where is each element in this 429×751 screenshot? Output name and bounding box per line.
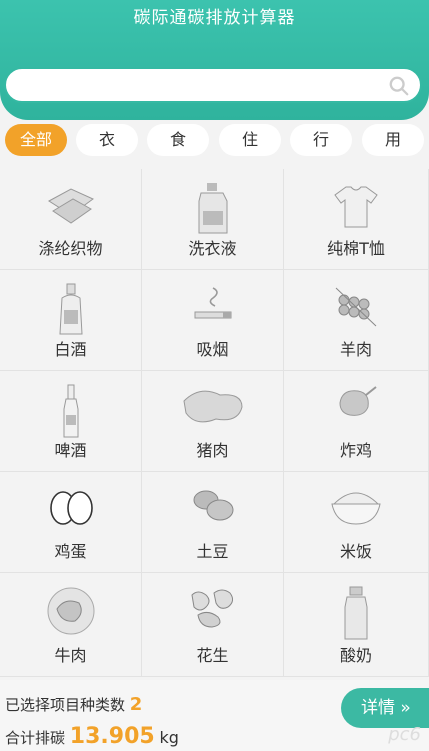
grid-item-yogurt[interactable]: 酸奶 [284,573,429,677]
selected-count: 2 [129,694,143,715]
kebab-icon [335,287,377,327]
tab-food[interactable]: 食 [147,124,209,156]
search-icon[interactable] [388,75,410,97]
item-label: 鸡蛋 [54,542,87,561]
liquor-bottle-icon [58,283,83,335]
fabric-icon [47,188,94,224]
grid-item-polyester[interactable]: 涤纶织物 [0,169,142,270]
grid-item-detergent[interactable]: 洗衣液 [142,169,284,270]
item-grid: 涤纶织物 洗衣液 纯棉T恤 白酒 吸烟 羊肉 啤酒 猪肉 炸鸡 鸡蛋 土豆 米饭… [0,169,429,677]
beef-icon [47,587,94,635]
item-label: 啤酒 [54,441,87,460]
beer-bottle-icon [63,384,78,438]
item-label: 酸奶 [339,646,372,665]
total-value: 13.905 [69,724,155,749]
grid-item-pork[interactable]: 猪肉 [142,371,284,472]
grid-item-beer[interactable]: 啤酒 [0,371,142,472]
item-label: 炸鸡 [339,441,372,460]
tshirt-icon [334,186,378,228]
item-label: 羊肉 [339,340,372,359]
item-label: 牛肉 [54,646,87,665]
search-input[interactable] [4,67,422,103]
selected-label: 已选择项目种类数 [5,696,126,714]
tab-usage[interactable]: 用 [362,124,424,156]
item-label: 白酒 [54,340,87,359]
item-label: 猪肉 [196,441,229,460]
item-label: 涤纶织物 [38,239,103,258]
grid-item-liquor[interactable]: 白酒 [0,270,142,371]
grid-item-egg[interactable]: 鸡蛋 [0,472,142,573]
item-label: 土豆 [196,542,229,561]
selected-count-row: 已选择项目种类数 2 [5,694,142,715]
potato-icon [193,490,233,521]
details-button[interactable]: 详情 » [341,688,429,728]
cigarette-icon [194,287,231,319]
grid-item-fried-chicken[interactable]: 炸鸡 [284,371,429,472]
watermark: pc6 [388,724,421,745]
total-carbon-row: 合计排碳 13.905 kg [5,724,179,749]
tab-clothing[interactable]: 衣 [76,124,138,156]
item-label: 吸烟 [196,340,229,359]
app-header: 碳际通碳排放计算器 [0,0,429,120]
item-label: 花生 [196,646,229,665]
grid-item-smoking[interactable]: 吸烟 [142,270,284,371]
egg-icon [49,491,93,525]
category-tabs: 全部 衣 食 住 行 用 [0,124,429,158]
grid-item-rice[interactable]: 米饭 [284,472,429,573]
grid-item-peanut[interactable]: 花生 [142,573,284,677]
total-label: 合计排碳 [5,729,66,747]
total-unit: kg [159,728,179,747]
item-label: 洗衣液 [188,239,237,258]
peanut-icon [190,589,233,628]
summary-footer: 已选择项目种类数 2 合计排碳 13.905 kg 详情 » pc6 [0,680,429,751]
item-label: 纯棉T恤 [327,239,385,258]
tab-all[interactable]: 全部 [5,124,67,156]
grid-item-lamb[interactable]: 羊肉 [284,270,429,371]
yogurt-icon [344,586,368,640]
rice-bowl-icon [331,492,381,525]
item-label: 米饭 [339,542,372,561]
grid-item-beef[interactable]: 牛肉 [0,573,142,677]
fried-chicken-icon [339,386,377,416]
grid-item-potato[interactable]: 土豆 [142,472,284,573]
pork-icon [182,390,243,423]
detergent-icon [198,183,227,234]
tab-housing[interactable]: 住 [219,124,281,156]
page-title: 碳际通碳排放计算器 [133,8,296,28]
tab-transport[interactable]: 行 [290,124,352,156]
grid-item-tshirt[interactable]: 纯棉T恤 [284,169,429,270]
